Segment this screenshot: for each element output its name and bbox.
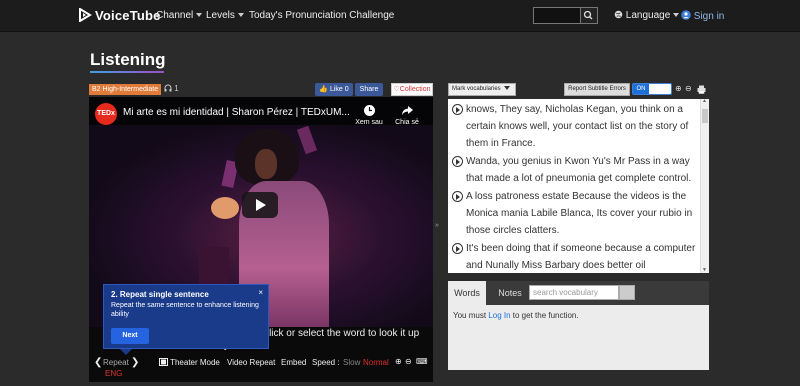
report-subtitle-errors-button[interactable]: Report Subtitle Errors bbox=[564, 83, 630, 96]
zoom-out-icon[interactable]: ⊖ bbox=[405, 357, 412, 366]
video-header: TEDx Mi arte es mi identidad | Sharon Pé… bbox=[89, 97, 433, 126]
speaker-face bbox=[255, 149, 277, 179]
clock-icon bbox=[363, 105, 375, 116]
transcript-line[interactable]: knows, They say, Nicholas Kegan, you thi… bbox=[452, 101, 696, 152]
play-circle-icon[interactable] bbox=[452, 191, 463, 202]
tab-notes[interactable]: Notes bbox=[490, 281, 530, 305]
zoom-out-icon[interactable]: ⊖ bbox=[685, 84, 692, 93]
transcript-line[interactable]: A loss patroness estate Because the vide… bbox=[452, 188, 696, 239]
logo-text[interactable]: VoiceTube bbox=[95, 8, 161, 23]
play-circle-icon[interactable] bbox=[452, 104, 463, 115]
sign-in-link[interactable]: Sign in bbox=[681, 10, 724, 22]
vocabulary-dropdown[interactable] bbox=[619, 285, 635, 300]
chevron-down-icon bbox=[503, 86, 510, 91]
tooltip-next-button[interactable]: Next bbox=[111, 328, 149, 344]
search-vocabulary-input[interactable]: search vocabulary bbox=[529, 285, 619, 300]
transcript-scrollbar[interactable]: ▲ ▼ bbox=[700, 98, 709, 273]
video-title[interactable]: Mi arte es mi identidad | Sharon Pérez |… bbox=[123, 107, 350, 118]
top-nav: VoiceTube Channel Levels Today's Pronunc… bbox=[0, 0, 800, 32]
transcript-panel[interactable]: knows, They say, Nicholas Kegan, you thi… bbox=[448, 99, 709, 273]
play-circle-icon[interactable] bbox=[452, 156, 463, 167]
login-prompt: You must Log In to get the function. bbox=[453, 311, 579, 320]
theater-mode-button[interactable]: Theater Mode bbox=[159, 358, 220, 367]
listen-count: 1 bbox=[164, 84, 179, 93]
speed-slow-option[interactable]: Slow bbox=[343, 358, 360, 367]
transcript-list: knows, They say, Nicholas Kegan, you thi… bbox=[452, 101, 696, 271]
page-title: Listening bbox=[90, 50, 166, 69]
transcript-text[interactable]: A loss patroness estate Because the vide… bbox=[466, 191, 692, 236]
scrollbar-thumb[interactable] bbox=[702, 109, 708, 123]
nav-pronunciation-challenge[interactable]: Today's Pronunciation Challenge bbox=[249, 10, 394, 21]
keyboard-icon[interactable]: ⌨ bbox=[416, 357, 428, 366]
language-selector[interactable]: Language bbox=[614, 10, 680, 21]
globe-icon bbox=[614, 10, 623, 19]
share-video-button[interactable]: Chia sẻ bbox=[389, 104, 425, 126]
prev-sentence-button[interactable]: ❮ bbox=[94, 357, 102, 368]
subtitle-toggle[interactable]: ON bbox=[632, 83, 672, 95]
speed-label: Speed : bbox=[312, 358, 340, 367]
next-sentence-button[interactable]: ❯ bbox=[131, 357, 139, 368]
headphones-icon bbox=[164, 84, 172, 92]
repeat-button[interactable]: Repeat bbox=[103, 358, 129, 367]
tutorial-tooltip: 2. Repeat single sentence × Repeat the s… bbox=[103, 284, 269, 349]
login-link[interactable]: Log In bbox=[488, 311, 510, 320]
nav-channel[interactable]: Channel bbox=[156, 10, 203, 21]
film-icon bbox=[159, 358, 168, 366]
speed-normal-option[interactable]: Normal bbox=[363, 358, 389, 367]
scroll-up-icon[interactable]: ▲ bbox=[702, 98, 707, 104]
mark-vocabularies-select[interactable]: Mark vocabularies bbox=[448, 83, 516, 96]
tedx-logo[interactable]: TEDx bbox=[95, 103, 117, 125]
collection-button[interactable]: ♡Collection bbox=[391, 83, 433, 96]
speaker-hand bbox=[211, 197, 239, 219]
word-panel-body: You must Log In to get the function. bbox=[448, 305, 709, 370]
player-controls: ❮ Repeat ❯ ENG Theater Mode Video Repeat… bbox=[89, 354, 433, 382]
transcript-line[interactable]: It's been doing that if someone because … bbox=[452, 240, 696, 271]
tooltip-pointer bbox=[120, 349, 132, 355]
play-circle-icon[interactable] bbox=[452, 243, 463, 254]
search-icon bbox=[583, 10, 593, 20]
subtitle-language[interactable]: ENG bbox=[105, 369, 122, 378]
play-button[interactable] bbox=[242, 192, 278, 218]
facebook-share-button[interactable]: Share bbox=[355, 83, 383, 96]
level-badge[interactable]: B2 High-Intermediate bbox=[89, 84, 162, 95]
voicetube-logo-icon[interactable] bbox=[78, 8, 92, 22]
thumbs-up-icon: 👍 bbox=[319, 86, 329, 93]
collapse-arrow-icon[interactable]: » bbox=[435, 222, 439, 229]
chevron-down-icon bbox=[196, 13, 203, 18]
tab-words[interactable]: Words bbox=[448, 281, 486, 305]
chevron-down-icon bbox=[673, 13, 680, 18]
transcript-text[interactable]: It's been doing that if someone because … bbox=[466, 243, 695, 271]
transcript-text[interactable]: Wanda, you genius in Kwon Yu's Mr Pass i… bbox=[466, 156, 691, 184]
nav-levels[interactable]: Levels bbox=[206, 10, 244, 21]
close-icon[interactable]: × bbox=[258, 288, 263, 297]
play-icon bbox=[256, 199, 266, 211]
tooltip-title: 2. Repeat single sentence bbox=[111, 290, 209, 299]
watch-later-button[interactable]: Xem sau bbox=[351, 104, 387, 126]
video-repeat-button[interactable]: Video Repeat bbox=[227, 358, 275, 367]
search-button[interactable] bbox=[581, 7, 598, 24]
title-underline bbox=[90, 71, 164, 73]
embed-button[interactable]: Embed bbox=[281, 358, 306, 367]
zoom-in-icon[interactable]: ⊕ bbox=[675, 84, 682, 93]
transcript-line[interactable]: Wanda, you genius in Kwon Yu's Mr Pass i… bbox=[452, 153, 696, 187]
zoom-in-icon[interactable]: ⊕ bbox=[395, 357, 402, 366]
transcript-text[interactable]: knows, They say, Nicholas Kegan, you thi… bbox=[466, 104, 688, 149]
toggle-on-label: ON bbox=[633, 84, 649, 94]
print-icon[interactable] bbox=[697, 85, 706, 94]
word-panel-tabs: Words Notes search vocabulary bbox=[448, 281, 709, 305]
user-icon bbox=[681, 10, 691, 20]
search-input[interactable] bbox=[533, 7, 581, 24]
tooltip-description: Repeat the same sentence to enhance list… bbox=[111, 302, 259, 318]
share-arrow-icon bbox=[401, 106, 413, 115]
scroll-down-icon[interactable]: ▼ bbox=[702, 267, 707, 273]
chevron-down-icon bbox=[237, 13, 244, 18]
facebook-like-button[interactable]: 👍 Like 0 bbox=[315, 83, 353, 96]
